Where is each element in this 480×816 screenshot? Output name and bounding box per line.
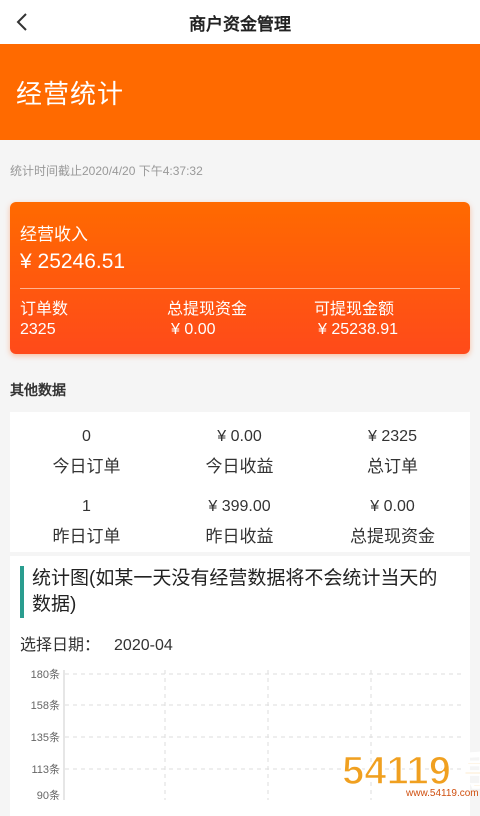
y-tick-label: 135条: [31, 730, 60, 744]
cell-value: 0: [82, 428, 91, 445]
banner: 经营统计: [0, 44, 480, 140]
cell-value: ¥ 399.00: [208, 498, 271, 515]
date-label: 选择日期：: [20, 637, 101, 654]
cell-label: 今日订单: [52, 457, 121, 476]
income-card: 经营收入 ¥ 25246.51 订单数 2325 总提现资金 ¥ 0.00 可提…: [10, 202, 470, 354]
cell-value: ¥ 2325: [368, 428, 417, 445]
page-title: 商户资金管理: [189, 14, 291, 34]
watermark-text: 54119 手游网: [342, 749, 480, 793]
stat-value: ¥ 0.00: [171, 321, 216, 338]
other-data-grid: 0 今日订单 ¥ 0.00 今日收益 ¥ 2325 总订单 1 昨日订单 ¥ 3…: [10, 412, 470, 552]
stat-withdrawable: 可提现金额 ¥ 25238.91: [314, 300, 398, 340]
date-value[interactable]: 2020-04: [114, 637, 173, 654]
cell-yesterday-income: ¥ 399.00 昨日收益: [163, 498, 316, 547]
back-button[interactable]: [10, 8, 34, 36]
cell-label: 总订单: [367, 457, 418, 476]
y-tick-label: 158条: [31, 698, 60, 712]
stat-label: 订单数: [20, 301, 69, 318]
cell-value: ¥ 0.00: [370, 498, 415, 515]
cell-label: 昨日收益: [205, 527, 274, 546]
y-tick-label: 90条: [37, 788, 60, 800]
cell-today-income: ¥ 0.00 今日收益: [163, 428, 316, 477]
cell-label: 昨日订单: [52, 527, 121, 546]
cell-total-orders: ¥ 2325 总订单: [316, 428, 469, 477]
cell-label: 总提现资金: [350, 527, 435, 546]
section-title-other: 其他数据: [10, 382, 66, 398]
date-selector[interactable]: 选择日期： 2020-04: [20, 631, 173, 655]
title-accent-bar: [20, 566, 24, 618]
watermark-icon: 54119 手游网 www.54119.com: [341, 748, 480, 799]
card-divider: [20, 288, 460, 289]
stat-value: 2325: [20, 321, 56, 338]
chevron-left-icon: [16, 13, 27, 31]
cell-label: 今日收益: [205, 457, 274, 476]
stat-label: 可提现金额: [314, 301, 395, 318]
stat-label: 总提现资金: [167, 301, 248, 318]
cell-value: ¥ 0.00: [217, 428, 262, 445]
income-amount: ¥ 25246.51: [20, 250, 126, 273]
watermark-url: www.54119.com: [405, 788, 479, 799]
y-tick-label: 113条: [31, 762, 60, 776]
y-tick-label: 180条: [31, 667, 60, 681]
watermark-logo: 54119 手游网 www.54119.com: [340, 740, 480, 800]
income-label: 经营收入: [20, 225, 88, 244]
stat-total-withdrawn: 总提现资金 ¥ 0.00: [167, 300, 247, 340]
cell-yesterday-orders: 1 昨日订单: [10, 498, 163, 547]
stats-timestamp: 统计时间截止2020/4/20 下午4:37:32: [10, 164, 203, 178]
stat-orders: 订单数 2325: [20, 300, 68, 340]
stat-value: ¥ 25238.91: [318, 321, 399, 338]
banner-title: 经营统计: [16, 78, 125, 109]
cell-total-withdrawn: ¥ 0.00 总提现资金: [316, 498, 469, 547]
nav-bar: 商户资金管理: [0, 0, 480, 44]
cell-today-orders: 0 今日订单: [10, 428, 163, 477]
chart-title: 统计图(如某一天没有经营数据将不会统计当天的数据): [32, 568, 438, 615]
cell-value: 1: [82, 498, 91, 515]
